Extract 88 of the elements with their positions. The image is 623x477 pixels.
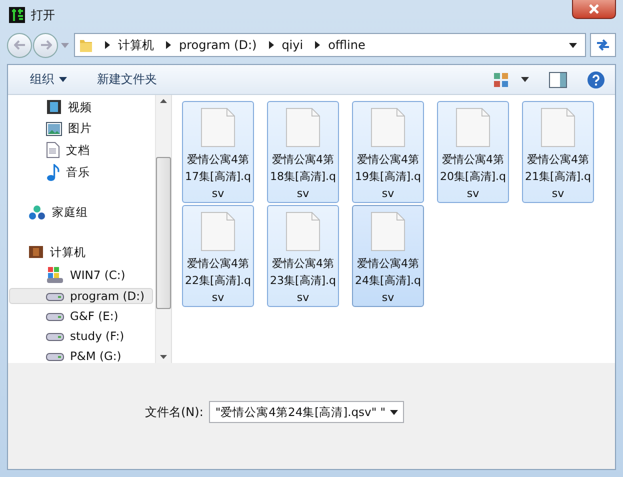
breadcrumb-item[interactable]: 计算机 [118, 36, 154, 54]
address-bar[interactable]: 计算机 program (D:) qiyi offline [74, 33, 586, 57]
app-icon [9, 7, 25, 23]
file-item[interactable]: 爱情公寓4第19集[高清].qsv [352, 101, 424, 203]
drive-icon [46, 351, 64, 361]
drive-icon [46, 331, 64, 341]
preview-pane-icon[interactable] [549, 72, 567, 88]
file-icon [368, 212, 408, 251]
breadcrumb-item[interactable]: program (D:) [179, 38, 257, 52]
nav-item[interactable]: WIN7 (C:) [9, 265, 153, 284]
file-name: 爱情公寓4第21集[高清].qsv [524, 152, 592, 202]
nav-item[interactable]: 文档 [9, 141, 153, 159]
chevron-icon[interactable] [166, 41, 171, 49]
file-icon [283, 212, 323, 251]
file-name: 爱情公寓4第18集[高清].qsv [269, 152, 337, 202]
file-item[interactable]: 爱情公寓4第22集[高清].qsv [182, 205, 254, 307]
nav-item[interactable]: 视频 [9, 98, 153, 116]
file-name: 爱情公寓4第24集[高清].qsv [354, 256, 422, 306]
left-arrow-icon [14, 40, 26, 50]
close-icon [588, 4, 600, 14]
file-name: 爱情公寓4第22集[高清].qsv [184, 256, 252, 306]
nav-item[interactable]: G&F (E:) [9, 308, 153, 324]
file-name: 爱情公寓4第19集[高清].qsv [354, 152, 422, 202]
nav-item[interactable]: 音乐 [9, 163, 153, 182]
nav-label: G&F (E:) [70, 309, 118, 323]
nav-label: 图片 [68, 121, 92, 136]
file-name: 爱情公寓4第17集[高清].qsv [184, 152, 252, 202]
refresh-button[interactable] [590, 33, 616, 57]
chevron-icon[interactable] [315, 41, 320, 49]
folder-icon [79, 37, 93, 53]
view-icon[interactable] [493, 72, 509, 88]
nav-item[interactable]: 计算机 [9, 243, 153, 261]
file-icon [538, 108, 578, 147]
file-name: 爱情公寓4第23集[高清].qsv [269, 256, 337, 306]
nav-item[interactable]: 家庭组 [9, 203, 153, 222]
breadcrumb-item[interactable]: qiyi [282, 38, 304, 52]
dropdown-caret-icon[interactable] [569, 42, 577, 48]
view-caret-icon[interactable] [521, 77, 529, 82]
drive-icon [46, 311, 64, 321]
close-button[interactable] [572, 0, 616, 19]
file-icon [453, 108, 493, 147]
music-note-icon [46, 164, 60, 182]
scroll-up-icon[interactable] [160, 99, 167, 103]
system-drive-icon [46, 266, 64, 284]
file-icon [368, 108, 408, 147]
breadcrumb-item[interactable]: offline [328, 38, 366, 52]
dropdown-caret-icon[interactable] [390, 410, 398, 414]
file-name: 爱情公寓4第20集[高清].qsv [439, 152, 507, 202]
help-icon[interactable] [587, 70, 605, 88]
chevron-icon[interactable] [105, 41, 110, 49]
refresh-icon [595, 38, 611, 52]
chevron-icon[interactable] [268, 41, 274, 49]
nav-label: study (F:) [70, 329, 124, 343]
file-icon [198, 108, 238, 147]
file-icon [198, 212, 238, 251]
nav-item[interactable]: study (F:) [9, 328, 153, 344]
nav-label: WIN7 (C:) [70, 268, 126, 282]
scroll-down-icon[interactable] [160, 355, 167, 359]
window-title: 打开 [31, 6, 55, 24]
film-icon [46, 99, 62, 115]
file-item[interactable]: 爱情公寓4第17集[高清].qsv [182, 101, 254, 203]
document-icon [46, 142, 60, 158]
picture-icon [46, 122, 62, 136]
nav-item[interactable]: 图片 [9, 120, 153, 137]
right-arrow-icon [40, 40, 52, 50]
nav-item[interactable]: P&M (G:) [9, 348, 153, 364]
nav-label: 家庭组 [52, 205, 88, 220]
nav-item[interactable]: program (D:) [9, 288, 153, 304]
filename-label: 文件名(N): [145, 404, 204, 421]
nav-label: program (D:) [70, 289, 144, 303]
nav-label: 文档 [66, 142, 90, 158]
nav-label: 计算机 [50, 244, 86, 260]
drive-icon [46, 291, 64, 301]
file-item[interactable]: 爱情公寓4第20集[高清].qsv [437, 101, 509, 203]
new-folder-button[interactable]: 新建文件夹 [91, 69, 163, 90]
file-item[interactable]: 爱情公寓4第24集[高清].qsv [352, 205, 424, 307]
scrollbar[interactable] [155, 95, 171, 363]
file-item[interactable]: 爱情公寓4第21集[高清].qsv [522, 101, 594, 203]
nav-label: 音乐 [66, 165, 90, 180]
computer-icon [28, 244, 44, 260]
file-item[interactable]: 爱情公寓4第18集[高清].qsv [267, 101, 339, 203]
nav-label: P&M (G:) [70, 349, 122, 363]
homegroup-icon [28, 204, 46, 222]
file-item[interactable]: 爱情公寓4第23集[高清].qsv [267, 205, 339, 307]
file-icon [283, 108, 323, 147]
filename-field[interactable]: "爱情公寓4第24集[高清].qsv" " [209, 401, 404, 423]
nav-label: 视频 [68, 100, 92, 114]
organize-button[interactable]: 组织 [24, 69, 73, 90]
